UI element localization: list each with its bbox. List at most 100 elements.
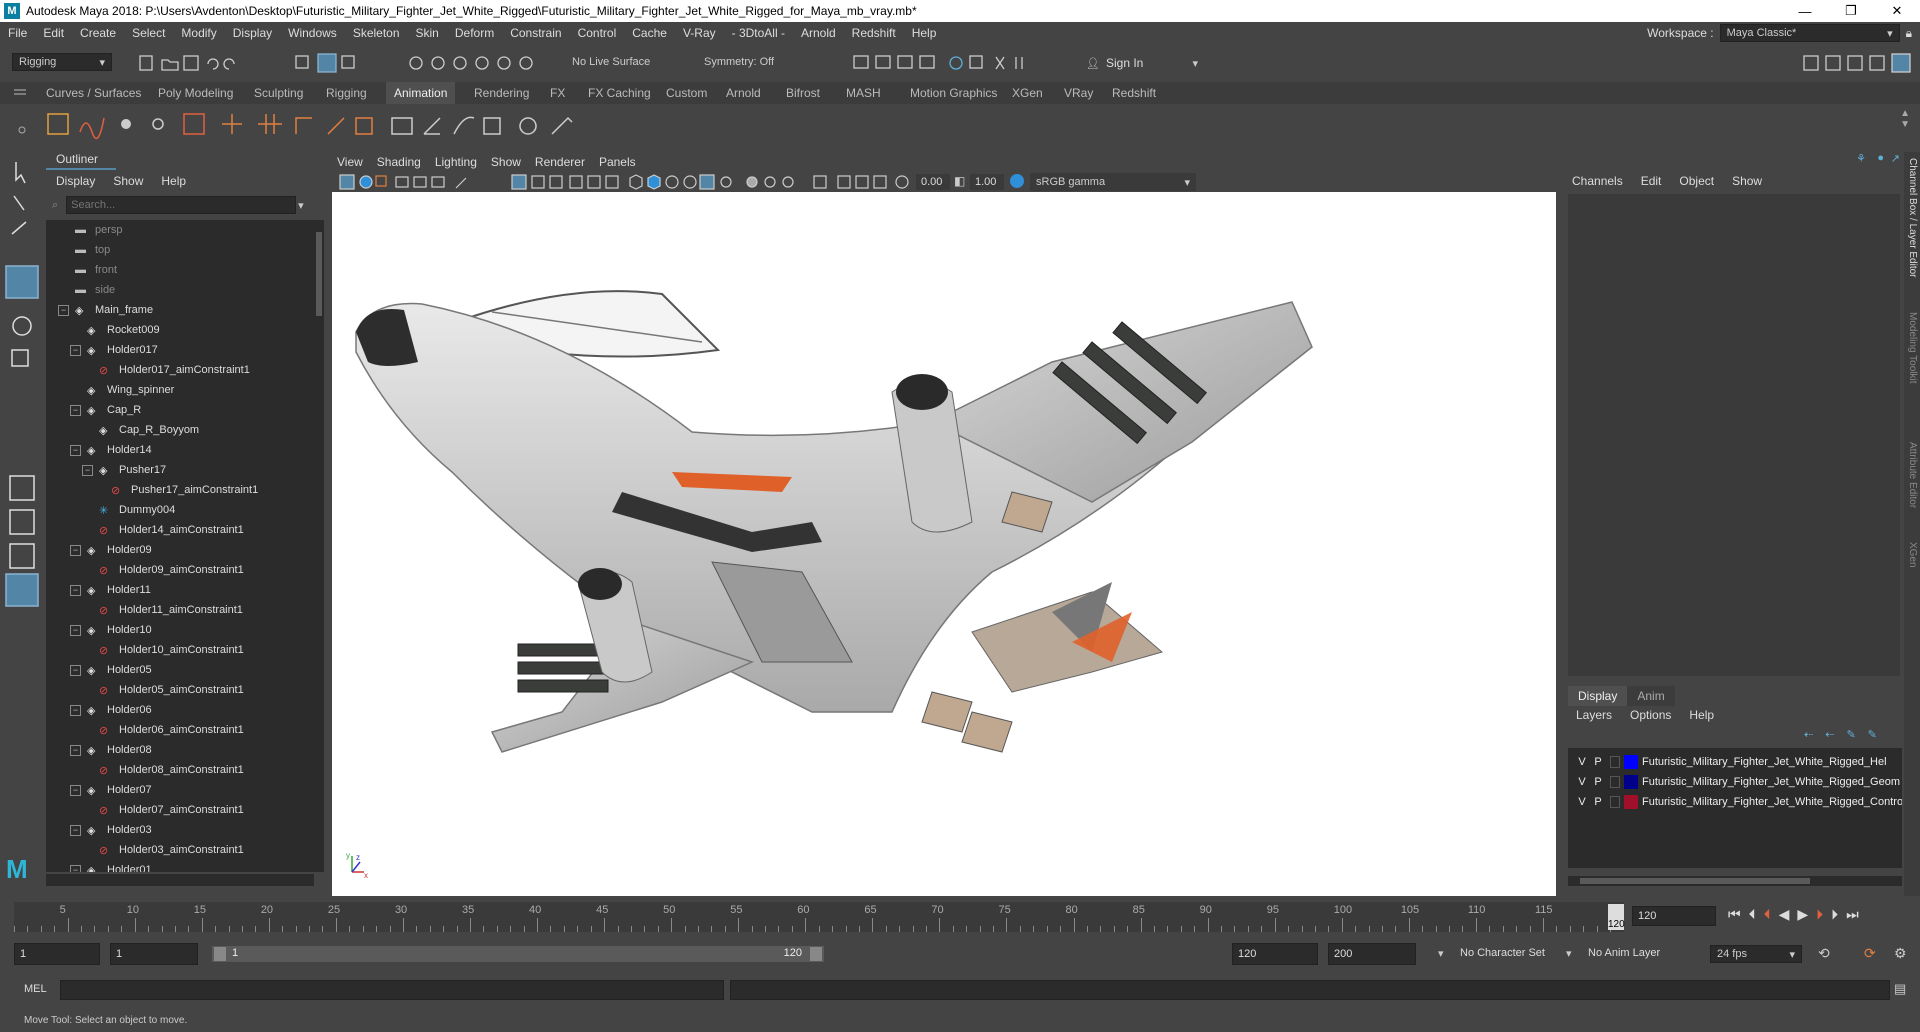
collapse-toggle-icon[interactable]: − <box>70 784 81 796</box>
viewport-menu-renderer[interactable]: Renderer <box>528 155 592 169</box>
range-start-handle[interactable] <box>214 947 226 961</box>
gamma-icon[interactable]: ◧ <box>954 174 965 188</box>
outliner-hscrollbar[interactable] <box>46 874 314 886</box>
outliner-menu-show[interactable]: Show <box>113 174 143 188</box>
collapse-toggle-icon[interactable]: − <box>70 864 81 872</box>
menu-help[interactable]: Help <box>904 26 945 40</box>
outliner-row[interactable]: ⊘ Holder09_aimConstraint1 <box>46 560 244 580</box>
range-slider-bar[interactable]: 1 120 <box>212 946 824 962</box>
channel-menu-edit[interactable]: Edit <box>1641 174 1662 188</box>
end-time-field[interactable]: 200 <box>1328 943 1416 965</box>
time-slider[interactable]: 5 10 15 20 25 30 35 40 45 50 55 60 65 70 75 80 85 90 95 100… <box>0 900 1920 934</box>
step-back-frame-icon[interactable]: ⏴︎ <box>1764 906 1771 923</box>
menu-cache[interactable]: Cache <box>624 26 675 40</box>
outliner-row[interactable]: − ◈ Holder017 <box>46 340 158 360</box>
layer-menu-options[interactable]: Options <box>1630 708 1671 722</box>
outliner-row[interactable]: − ◈ Holder09 <box>46 540 152 560</box>
persp-outliner-layout-icon[interactable] <box>9 543 35 569</box>
menu-redshift[interactable]: Redshift <box>844 26 904 40</box>
menu-3dtoall[interactable]: - 3DtoAll - <box>724 26 793 40</box>
outliner-row[interactable]: ⊘ Holder06_aimConstraint1 <box>46 720 244 740</box>
layer-type-toggle[interactable] <box>1610 756 1620 768</box>
layer-visibility-toggle[interactable]: V <box>1576 776 1588 788</box>
outliner-row[interactable]: ✳ Dummy004 <box>46 500 175 520</box>
outliner-row[interactable]: − ◈ Holder03 <box>46 820 152 840</box>
outliner-row[interactable]: − ◈ Holder06 <box>46 700 152 720</box>
chevron-down-icon[interactable]: ▾ <box>1566 947 1572 960</box>
layer-hscrollbar[interactable] <box>1568 876 1902 886</box>
go-to-end-icon[interactable]: ⏭︎ <box>1846 906 1859 923</box>
new-layer-selected-icon[interactable]: ✎ <box>1846 728 1855 741</box>
menu-edit[interactable]: Edit <box>35 26 72 40</box>
fps-dropdown[interactable]: 24 fps ▾ <box>1710 945 1802 963</box>
lock-icon[interactable]: 🔒︎ <box>1906 26 1912 41</box>
menu-display[interactable]: Display <box>225 26 280 40</box>
live-surface-field[interactable]: No Live Surface <box>566 53 664 71</box>
menu-arnold[interactable]: Arnold <box>793 26 844 40</box>
layer-visibility-toggle[interactable]: V <box>1576 796 1588 808</box>
outliner-row[interactable]: ▬ front <box>46 260 117 280</box>
workspace-dropdown[interactable]: Maya Classic* ▾ <box>1719 24 1900 42</box>
shelf-tab-animation[interactable]: Animation <box>386 82 456 104</box>
outliner-row[interactable]: ◈ Rocket009 <box>46 320 160 340</box>
outliner-row[interactable]: ▬ top <box>46 240 110 260</box>
gamma-field[interactable]: 1.00 <box>970 174 1004 190</box>
shelf-scroll-icon[interactable]: ▲ ▼ <box>1900 108 1910 130</box>
outliner-row[interactable]: ⊘ Holder14_aimConstraint1 <box>46 520 244 540</box>
collapse-toggle-icon[interactable]: − <box>70 744 81 756</box>
animation-preferences-icon[interactable]: ⚙︎ <box>1894 945 1907 962</box>
playback-end-field[interactable]: 120 <box>1232 943 1318 965</box>
collapse-toggle-icon[interactable]: − <box>70 404 81 416</box>
layer-playback-toggle[interactable]: P <box>1592 756 1604 768</box>
layer-type-toggle[interactable] <box>1610 796 1620 808</box>
go-to-start-icon[interactable]: ⏮︎ <box>1728 906 1741 923</box>
menu-v-ray[interactable]: V-Ray <box>675 26 724 40</box>
paint-select-tool-icon[interactable] <box>11 221 27 235</box>
outliner-row[interactable]: ⊘ Holder05_aimConstraint1 <box>46 680 244 700</box>
channelbox-key-icon[interactable]: ⚘ <box>1856 152 1866 165</box>
layer-menu-layers[interactable]: Layers <box>1576 708 1612 722</box>
viewport-menu-show[interactable]: Show <box>484 155 528 169</box>
step-forward-frame-icon[interactable]: ⏵︎ <box>1816 906 1823 923</box>
command-input[interactable] <box>60 980 724 1000</box>
lasso-tool-icon[interactable] <box>13 195 25 211</box>
menuset-dropdown[interactable]: Rigging ▾ <box>12 53 112 71</box>
menu-skin[interactable]: Skin <box>408 26 447 40</box>
shelf-tab-fx-caching[interactable]: FX Caching <box>580 82 659 104</box>
script-editor-icon[interactable]: ▤ <box>1894 981 1906 997</box>
viewport-canvas[interactable]: z x y <box>332 192 1556 896</box>
collapse-toggle-icon[interactable]: − <box>70 444 81 456</box>
collapse-toggle-icon[interactable]: − <box>82 464 93 476</box>
outliner-row[interactable]: ⊘ Holder07_aimConstraint1 <box>46 800 244 820</box>
outliner-row[interactable]: ⊘ Holder08_aimConstraint1 <box>46 760 244 780</box>
layer-tab-anim[interactable]: Anim <box>1627 686 1675 706</box>
view-transform-dropdown[interactable]: sRGB gamma ▾ <box>1030 173 1196 191</box>
layer-playback-toggle[interactable]: P <box>1592 776 1604 788</box>
layer-visibility-toggle[interactable]: V <box>1576 756 1588 768</box>
shelf-menu-icon[interactable] <box>14 88 26 98</box>
shelf-tab-xgen[interactable]: XGen <box>1004 82 1051 104</box>
outliner-row[interactable]: ◈ Wing_spinner <box>46 380 174 400</box>
collapse-toggle-icon[interactable]: − <box>70 704 81 716</box>
collapse-toggle-icon[interactable]: − <box>70 584 81 596</box>
outliner-menu-display[interactable]: Display <box>56 174 95 188</box>
single-perspective-layout-icon[interactable] <box>9 475 35 501</box>
shelf-tab-bifrost[interactable]: Bifrost <box>778 82 828 104</box>
rotate-tool-icon[interactable] <box>12 316 32 336</box>
step-back-key-icon[interactable]: ⏴︎ <box>1749 906 1756 923</box>
outliner-row[interactable]: ▬ persp <box>46 220 123 240</box>
layer-type-toggle[interactable] <box>1610 776 1620 788</box>
select-tool-icon[interactable] <box>15 162 26 184</box>
collapse-toggle-icon[interactable]: − <box>70 624 81 636</box>
symmetry-dropdown[interactable]: Symmetry: Off <box>698 53 798 71</box>
channel-menu-object[interactable]: Object <box>1679 174 1714 188</box>
shelf-tools[interactable] <box>44 110 604 140</box>
loop-icon[interactable]: ⟲ <box>1818 945 1830 962</box>
close-button[interactable]: ✕ <box>1874 0 1920 22</box>
shelf-tab-fx[interactable]: FX <box>542 82 573 104</box>
character-set-label[interactable]: No Character Set <box>1460 947 1545 959</box>
side-tab-xgen[interactable]: XGen <box>1907 542 1918 568</box>
outliner-row[interactable]: ◈ Cap_R_Boyyom <box>46 420 199 440</box>
sign-in-button[interactable]: 👤︎ Sign In ▾ <box>1080 53 1198 73</box>
outliner-row[interactable]: ⊘ Holder11_aimConstraint1 <box>46 600 243 620</box>
